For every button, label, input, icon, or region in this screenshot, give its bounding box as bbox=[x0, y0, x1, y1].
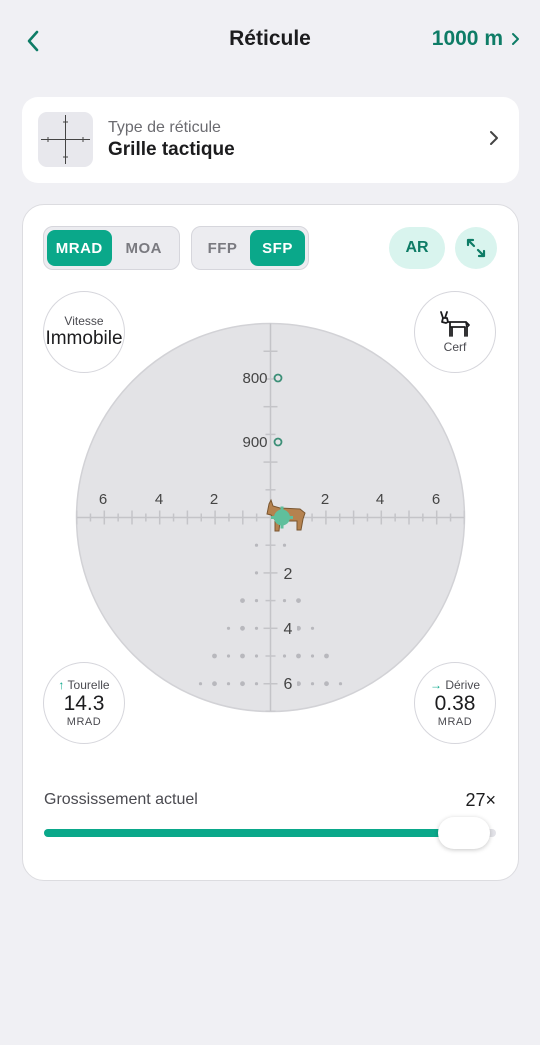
h-label-right-2: 2 bbox=[321, 491, 329, 508]
drift-unit: MRAD bbox=[437, 716, 473, 728]
magnification-slider-fill bbox=[44, 829, 465, 837]
reticle-type-label: Type de réticule bbox=[108, 119, 221, 136]
holdover-dot bbox=[240, 681, 245, 687]
range-mark-800: 800 bbox=[242, 370, 267, 387]
holdover-dot bbox=[240, 653, 245, 659]
v-label-4: 4 bbox=[284, 621, 293, 638]
drift-label: Dérive bbox=[445, 678, 481, 692]
focal-plane-ffp-option[interactable]: FFP bbox=[195, 230, 250, 266]
focal-plane-segmented-control: FFP SFP bbox=[191, 226, 309, 270]
holdover-dot bbox=[240, 598, 245, 603]
turret-label: Tourelle bbox=[67, 678, 110, 692]
v-label-2: 2 bbox=[284, 566, 293, 583]
h-label-left-4: 4 bbox=[155, 491, 163, 508]
holdover-dot bbox=[226, 682, 231, 686]
h-label-right-4: 4 bbox=[376, 491, 384, 508]
reticle-thumbnail bbox=[38, 112, 93, 167]
target-label: Cerf bbox=[443, 340, 467, 354]
holdover-dot bbox=[254, 654, 259, 658]
drift-indicator[interactable]: → Dérive 0.38 MRAD bbox=[414, 662, 496, 744]
reticle-type-value: Grille tactique bbox=[108, 139, 235, 160]
magnification-label: Grossissement actuel bbox=[44, 791, 198, 808]
unit-mrad-option[interactable]: MRAD bbox=[47, 230, 112, 266]
holdover-dot bbox=[310, 682, 315, 686]
target-selector[interactable]: Cerf bbox=[414, 291, 496, 373]
holdover-dot bbox=[310, 626, 315, 630]
speed-indicator[interactable]: Vitesse Immobile bbox=[43, 291, 125, 373]
holdover-dot bbox=[254, 626, 259, 630]
turret-indicator[interactable]: ↑ Tourelle 14.3 MRAD bbox=[43, 662, 125, 744]
holdover-dot bbox=[212, 681, 217, 687]
arrow-up-icon: ↑ bbox=[58, 678, 65, 692]
chevron-right-icon bbox=[512, 33, 519, 45]
holdover-dot bbox=[282, 599, 287, 603]
holdover-dot bbox=[324, 681, 329, 687]
range-value: 1000 m bbox=[431, 27, 503, 50]
deer-icon bbox=[440, 311, 470, 337]
ar-button[interactable]: AR bbox=[389, 227, 445, 269]
holdover-dot bbox=[324, 653, 329, 659]
h-label-left-6: 6 bbox=[99, 491, 107, 508]
reticle-type-row[interactable]: Type de réticule Grille tactique bbox=[22, 97, 519, 183]
expand-icon bbox=[466, 238, 486, 258]
holdover-dot bbox=[254, 543, 259, 547]
speed-value: Immobile bbox=[45, 328, 123, 349]
magnification-slider-thumb[interactable] bbox=[438, 817, 491, 849]
range-selector[interactable]: 1000 m bbox=[432, 27, 520, 51]
holdover-dot bbox=[296, 653, 301, 659]
h-label-right-6: 6 bbox=[432, 491, 440, 508]
expand-button[interactable] bbox=[455, 227, 497, 269]
holdover-dot bbox=[254, 682, 259, 686]
unit-segmented-control: MRAD MOA bbox=[43, 226, 180, 270]
holdover-dot bbox=[198, 682, 203, 686]
holdover-dot bbox=[212, 653, 217, 659]
crosshair-icon bbox=[41, 115, 90, 164]
holdover-dot bbox=[226, 626, 231, 630]
holdover-dot bbox=[338, 682, 343, 686]
turret-value: 14.3 bbox=[63, 692, 105, 715]
unit-moa-option[interactable]: MOA bbox=[112, 230, 177, 266]
h-label-left-2: 2 bbox=[210, 491, 218, 508]
turret-unit: MRAD bbox=[66, 716, 102, 728]
arrow-right-icon: → bbox=[429, 678, 442, 692]
holdover-dot bbox=[254, 571, 259, 575]
holdover-dot bbox=[282, 543, 287, 547]
holdover-dot bbox=[282, 654, 287, 658]
range-mark-900: 900 bbox=[242, 434, 267, 451]
speed-label: Vitesse bbox=[64, 314, 104, 328]
drift-value: 0.38 bbox=[434, 692, 476, 715]
holdover-dot bbox=[226, 654, 231, 658]
holdover-dot bbox=[240, 625, 245, 631]
nav-bar: Réticule 1000 m bbox=[0, 0, 540, 80]
holdover-dot bbox=[310, 654, 315, 658]
v-label-6: 6 bbox=[284, 676, 293, 693]
reticle-scope-view: 6 4 2 2 4 6 2 4 6 800 900 bbox=[75, 322, 466, 713]
reticle-view-card: MRAD MOA FFP SFP AR 6 4 2 2 4 6 2 4 6 80… bbox=[22, 204, 519, 881]
chevron-right-icon bbox=[490, 131, 498, 145]
magnification-slider-track[interactable] bbox=[44, 829, 496, 837]
holdover-dot bbox=[254, 599, 259, 603]
magnification-value: 27× bbox=[465, 790, 496, 810]
holdover-dot bbox=[296, 598, 301, 603]
focal-plane-sfp-option[interactable]: SFP bbox=[250, 230, 305, 266]
